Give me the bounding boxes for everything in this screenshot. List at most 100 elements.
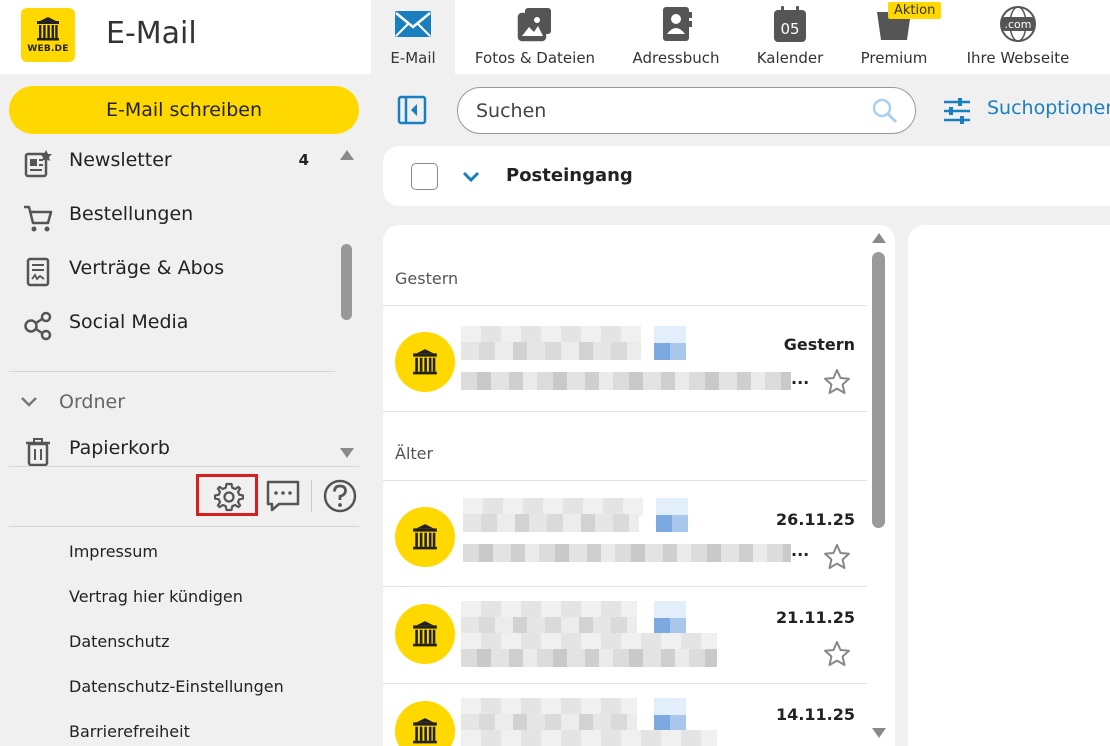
sliders-icon — [944, 98, 970, 124]
brandenburg-gate-icon — [37, 17, 59, 41]
folder-list: Newsletter 4 Bestellungen Verträge & Abo… — [9, 144, 359, 466]
social-icon — [24, 311, 52, 341]
ordner-label: Ordner — [59, 391, 126, 413]
mail-item[interactable]: 14.11.25 — [383, 683, 867, 746]
sidebar-collapse-icon — [397, 95, 427, 125]
nav-website-label: Ihre Webseite — [966, 49, 1070, 67]
blurred-sender — [461, 342, 641, 360]
help-button[interactable] — [320, 476, 360, 516]
feedback-button[interactable] — [263, 476, 303, 516]
mail-date: 14.11.25 — [776, 705, 855, 724]
folder-trash-label: Papierkorb — [69, 437, 170, 459]
webde-logo[interactable]: WEB.DE — [21, 8, 75, 62]
footer-link-cancel-contract[interactable]: Vertrag hier kündigen — [69, 587, 284, 632]
brandenburg-gate-icon — [413, 621, 437, 647]
footer-divider — [9, 526, 359, 527]
nav-address-book[interactable]: Adressbuch — [626, 0, 726, 74]
folder-orders-label: Bestellungen — [69, 203, 194, 225]
search-options-label: Suchoptionen — [987, 97, 1110, 119]
chevron-down-icon — [21, 397, 37, 407]
mail-date: 26.11.25 — [776, 510, 855, 529]
chevron-down-icon[interactable] — [459, 164, 483, 188]
mail-date: Gestern — [783, 335, 855, 354]
mail-preview-ellipsis: ... — [791, 369, 810, 388]
gear-icon — [214, 482, 244, 512]
calendar-day: 05 — [780, 20, 799, 38]
mail-item[interactable]: 21.11.25 — [383, 586, 867, 684]
nav-photos-files[interactable]: Fotos & Dateien — [470, 0, 600, 74]
reading-pane — [908, 225, 1110, 746]
search-icon[interactable] — [871, 97, 899, 125]
scroll-down-arrow-icon[interactable] — [872, 728, 886, 738]
mail-item[interactable]: 26.11.25 ... — [383, 480, 867, 578]
sender-avatar — [395, 701, 455, 746]
star-icon[interactable] — [823, 640, 851, 668]
compose-button[interactable]: E-Mail schreiben — [9, 86, 359, 134]
sender-avatar — [395, 507, 455, 567]
select-all-checkbox[interactable] — [411, 163, 438, 190]
chat-icon — [266, 480, 300, 512]
mail-item[interactable]: Gestern ... — [383, 305, 867, 403]
blurred-subject — [463, 544, 791, 562]
top-bar: WEB.DE E-Mail E-Mail Fotos & Dateien Adr… — [0, 0, 1110, 74]
sidebar-scroll-thumb[interactable] — [341, 244, 352, 320]
brandenburg-gate-icon — [413, 718, 437, 744]
nav-photos-label: Fotos & Dateien — [474, 49, 596, 67]
mail-date: 21.11.25 — [776, 608, 855, 627]
globe-com-text: .com — [1005, 18, 1032, 31]
group-header-older: Älter — [395, 444, 434, 463]
mail-list-header: Posteingang — [383, 146, 1110, 206]
blurred-subject — [461, 649, 717, 667]
sidebar-scrollbar[interactable] — [338, 144, 356, 466]
folder-newsletter-count: 4 — [298, 151, 309, 169]
search-input[interactable] — [476, 98, 856, 124]
nav-website[interactable]: .com Ihre Webseite — [958, 0, 1078, 74]
scroll-up-arrow-icon[interactable] — [340, 150, 354, 160]
logo-text: WEB.DE — [27, 44, 69, 54]
inbox-title: Posteingang — [506, 165, 633, 186]
mail-list: Gestern Gestern ... Älter 26.11.25 ... 2… — [383, 225, 895, 746]
footer-link-accessibility[interactable]: Barrierefreiheit — [69, 722, 284, 746]
search-box — [457, 87, 916, 134]
app-title: E-Mail — [106, 16, 197, 51]
brandenburg-gate-icon — [413, 349, 437, 375]
mail-list-scroll-thumb[interactable] — [872, 252, 885, 528]
folder-newsletter[interactable]: Newsletter 4 — [9, 144, 339, 184]
folder-social-label: Social Media — [69, 311, 189, 333]
folder-orders[interactable]: Bestellungen — [9, 198, 339, 238]
brandenburg-gate-icon — [413, 524, 437, 550]
blurred-badge — [654, 698, 686, 732]
footer-link-privacy[interactable]: Datenschutz — [69, 632, 284, 677]
folder-trash[interactable]: Papierkorb — [9, 432, 339, 466]
sender-avatar — [395, 332, 455, 392]
panel-toggle-button[interactable] — [397, 95, 427, 125]
ordner-toggle[interactable]: Ordner — [9, 388, 309, 418]
envelope-icon — [395, 11, 431, 37]
nav-calendar-label: Kalender — [756, 49, 824, 67]
nav-calendar[interactable]: 05 Kalender — [750, 0, 830, 74]
group-header-yesterday: Gestern — [395, 269, 459, 288]
nav-email[interactable]: E-Mail — [371, 0, 455, 74]
footer-link-privacy-settings[interactable]: Datenschutz-Einstellungen — [69, 677, 284, 722]
blurred-badge — [656, 498, 688, 532]
footer-links: Impressum Vertrag hier kündigen Datensch… — [69, 542, 284, 746]
mail-list-scrollbar[interactable] — [868, 225, 890, 746]
blurred-subject — [461, 730, 717, 746]
contract-icon — [26, 257, 50, 287]
folder-contracts[interactable]: Verträge & Abos — [9, 252, 339, 292]
sidebar-tools — [9, 470, 359, 524]
footer-link-impressum[interactable]: Impressum — [69, 542, 284, 587]
folder-divider — [9, 371, 335, 372]
scroll-up-arrow-icon[interactable] — [872, 233, 886, 243]
star-icon[interactable] — [823, 368, 851, 396]
scroll-down-arrow-icon[interactable] — [340, 448, 354, 458]
nav-email-label: E-Mail — [390, 49, 436, 67]
globe-com-icon: .com — [1000, 6, 1036, 42]
calendar-icon: 05 — [774, 6, 806, 42]
folder-social-media[interactable]: Social Media — [9, 306, 339, 346]
star-icon[interactable] — [823, 543, 851, 571]
photos-icon — [517, 8, 551, 42]
aktion-badge: Aktion — [888, 2, 942, 19]
settings-button[interactable] — [196, 474, 258, 516]
folder-contracts-label: Verträge & Abos — [69, 257, 225, 279]
